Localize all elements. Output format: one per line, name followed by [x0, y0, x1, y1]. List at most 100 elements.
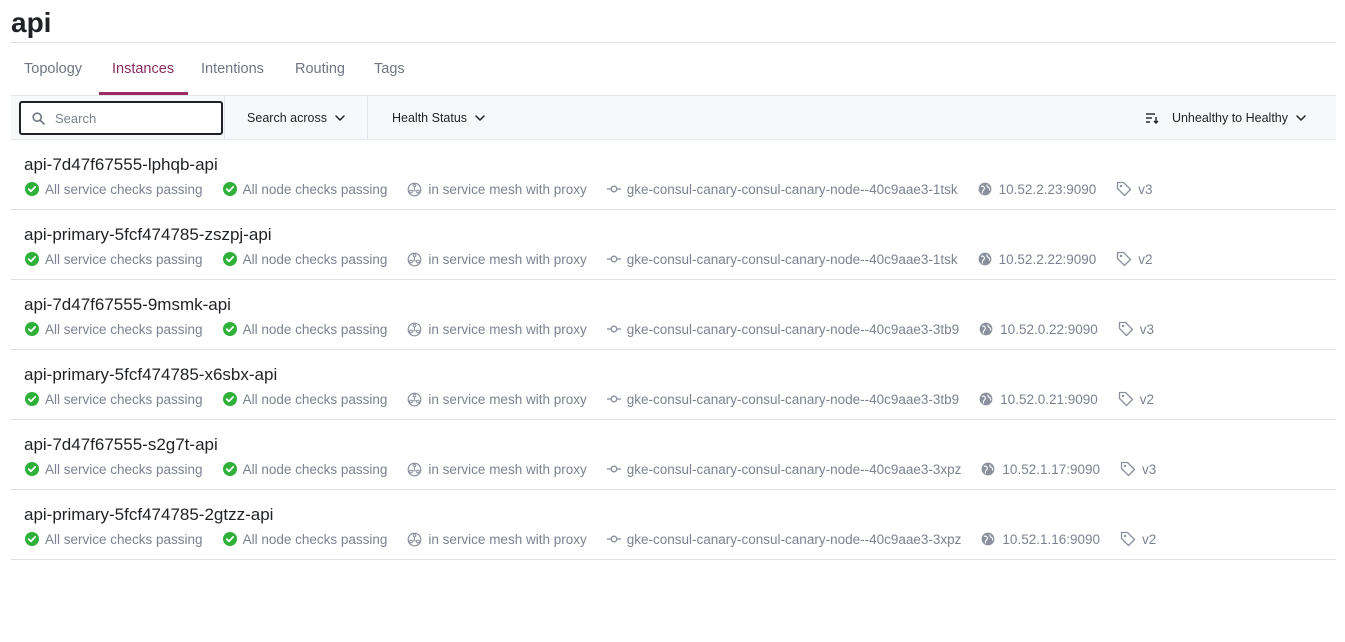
address-text: 10.52.0.21:9090 [1000, 391, 1098, 407]
tab-instances[interactable]: Instances [112, 43, 174, 95]
tab-topology[interactable]: Topology [24, 43, 82, 95]
address-text: 10.52.2.23:9090 [998, 181, 1097, 197]
mesh-status: in service mesh with proxy [407, 181, 587, 197]
page: api Topology Instances Intentions Routin… [0, 0, 1345, 642]
instance-name[interactable]: api-primary-5fcf474785-zszpj-api [24, 224, 272, 246]
tag-text: v2 [1139, 391, 1155, 407]
instance-row[interactable]: api-7d47f67555-s2g7t-api All service che… [11, 420, 1336, 490]
page-title: api [11, 7, 52, 38]
node-checks-status: All node checks passing [222, 322, 387, 337]
globe-icon [981, 532, 995, 546]
node-name-text[interactable]: gke-consul-canary-consul-canary-node--40… [627, 392, 959, 407]
health-status-dropdown[interactable]: Health Status [392, 96, 485, 139]
check-circle-icon [222, 322, 237, 336]
globe-icon [979, 392, 993, 406]
node-name-text[interactable]: gke-consul-canary-consul-canary-node--40… [627, 182, 958, 197]
search-input[interactable] [55, 103, 215, 133]
globe-icon [978, 182, 992, 196]
tag-info: v3 [1120, 461, 1156, 477]
service-checks-status: All service checks passing [25, 252, 203, 267]
node-checks-text: All node checks passing [242, 531, 388, 547]
node-info: gke-consul-canary-consul-canary-node--40… [606, 392, 959, 407]
globe-icon [978, 252, 992, 266]
node-icon [606, 464, 621, 474]
node-info: gke-consul-canary-consul-canary-node--40… [606, 322, 959, 337]
instance-row[interactable]: api-primary-5fcf474785-2gtzz-api All ser… [11, 490, 1336, 560]
mesh-status: in service mesh with proxy [407, 391, 587, 407]
service-checks-status: All service checks passing [25, 462, 203, 477]
check-circle-icon [25, 182, 39, 196]
address-text: 10.52.0.22:9090 [1000, 321, 1098, 337]
instance-row[interactable]: api-7d47f67555-lphqb-api All service che… [11, 140, 1336, 210]
chevron-down-icon [1296, 114, 1306, 121]
service-checks-text: All service checks passing [45, 181, 203, 197]
instance-name[interactable]: api-7d47f67555-s2g7t-api [24, 434, 218, 456]
mesh-text: in service mesh with proxy [428, 321, 587, 337]
node-checks-status: All node checks passing [222, 531, 388, 547]
node-info: gke-consul-canary-consul-canary-node--40… [606, 462, 962, 477]
filter-toolbar: Search across Health Status Unhealthy to… [11, 95, 1336, 140]
tab-routing[interactable]: Routing [295, 43, 345, 95]
tag-icon [1120, 531, 1136, 547]
instance-row[interactable]: api-7d47f67555-9msmk-api All service che… [11, 280, 1336, 350]
instance-meta: All service checks passing All node chec… [25, 390, 1174, 408]
instance-meta: All service checks passing All node chec… [25, 460, 1176, 478]
address-info: 10.52.2.22:9090 [978, 252, 1096, 267]
mesh-status: in service mesh with proxy [407, 461, 587, 477]
check-circle-icon [222, 182, 237, 196]
node-name-text[interactable]: gke-consul-canary-consul-canary-node--40… [627, 462, 962, 477]
instance-meta: All service checks passing All node chec… [25, 530, 1176, 548]
node-icon [606, 394, 621, 404]
node-name-text[interactable]: gke-consul-canary-consul-canary-node--40… [627, 252, 958, 267]
mesh-text: in service mesh with proxy [428, 391, 587, 407]
mesh-status: in service mesh with proxy [407, 252, 587, 267]
search-across-dropdown[interactable]: Search across [224, 96, 368, 139]
check-circle-icon [25, 392, 39, 406]
chevron-down-icon [475, 114, 485, 121]
search-icon [32, 112, 45, 125]
health-status-label: Health Status [392, 110, 468, 125]
service-checks-text: All service checks passing [45, 461, 203, 477]
sort-icon [1145, 112, 1159, 124]
globe-icon [981, 462, 995, 476]
instance-row[interactable]: api-primary-5fcf474785-zszpj-api All ser… [11, 210, 1336, 280]
address-info: 10.52.0.21:9090 [979, 392, 1098, 407]
node-name-text[interactable]: gke-consul-canary-consul-canary-node--40… [627, 322, 959, 337]
node-info: gke-consul-canary-consul-canary-node--40… [606, 252, 958, 267]
mesh-status: in service mesh with proxy [407, 532, 587, 547]
address-text: 10.52.1.16:9090 [1002, 531, 1101, 547]
tag-icon [1116, 181, 1132, 197]
instance-row[interactable]: api-primary-5fcf474785-x6sbx-api All ser… [11, 350, 1336, 420]
search-across-label: Search across [247, 110, 327, 125]
tab-tags[interactable]: Tags [374, 43, 405, 95]
tag-info: v2 [1118, 391, 1154, 407]
node-info: gke-consul-canary-consul-canary-node--40… [606, 182, 958, 197]
tag-info: v2 [1116, 251, 1153, 267]
tag-icon [1120, 461, 1136, 477]
mesh-icon [407, 532, 422, 547]
mesh-text: in service mesh with proxy [428, 181, 587, 197]
tag-info: v3 [1116, 181, 1153, 197]
tab-intentions[interactable]: Intentions [201, 43, 264, 95]
globe-icon [979, 322, 993, 336]
service-checks-text: All service checks passing [45, 251, 203, 267]
instance-meta: All service checks passing All node chec… [25, 180, 1173, 198]
check-circle-icon [222, 252, 237, 266]
tag-text: v3 [1138, 181, 1153, 197]
instance-meta: All service checks passing All node chec… [25, 250, 1173, 268]
instance-name[interactable]: api-7d47f67555-9msmk-api [24, 294, 231, 316]
mesh-text: in service mesh with proxy [428, 461, 587, 477]
check-circle-icon [222, 532, 237, 546]
node-checks-text: All node checks passing [242, 391, 388, 407]
node-name-text[interactable]: gke-consul-canary-consul-canary-node--40… [627, 532, 962, 547]
node-icon [606, 254, 621, 264]
check-circle-icon [25, 252, 39, 266]
mesh-icon [407, 392, 422, 407]
instance-name[interactable]: api-primary-5fcf474785-x6sbx-api [24, 364, 277, 386]
service-checks-status: All service checks passing [25, 322, 203, 337]
sort-dropdown[interactable]: Unhealthy to Healthy [1145, 96, 1306, 139]
instance-name[interactable]: api-primary-5fcf474785-2gtzz-api [24, 504, 273, 526]
node-info: gke-consul-canary-consul-canary-node--40… [606, 532, 962, 547]
check-circle-icon [25, 462, 39, 476]
instance-name[interactable]: api-7d47f67555-lphqb-api [24, 154, 218, 176]
